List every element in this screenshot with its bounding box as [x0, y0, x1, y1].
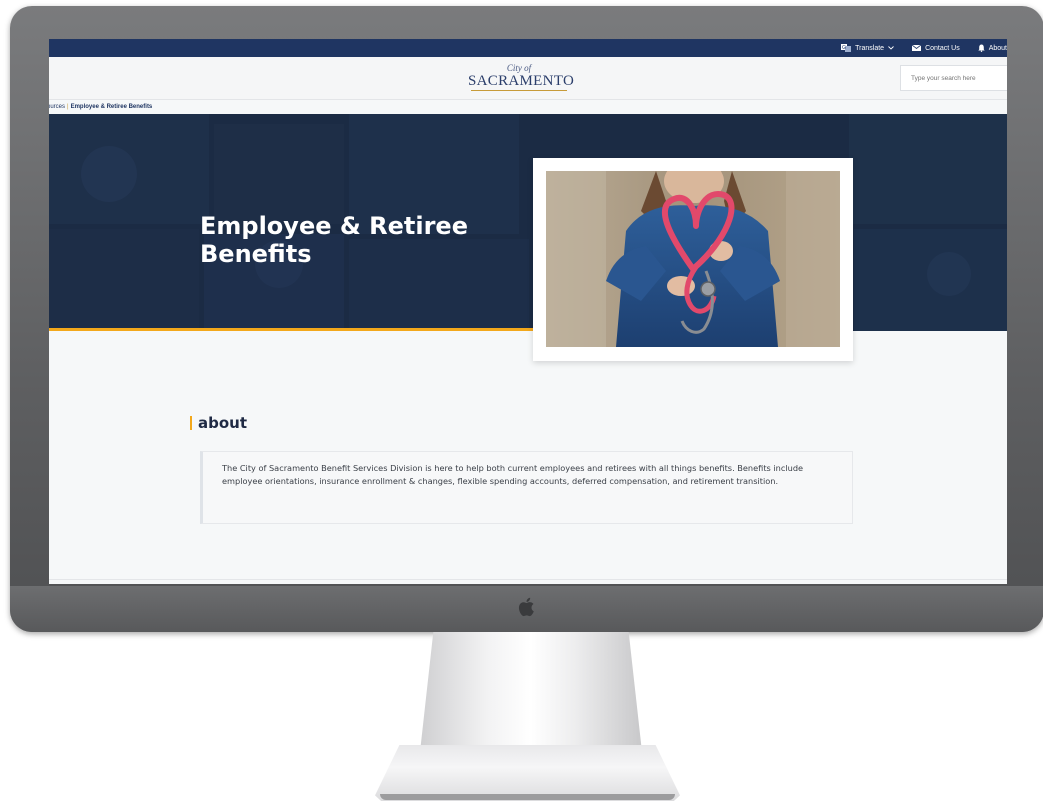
translate-label: Translate [855, 44, 885, 52]
mail-icon [912, 45, 922, 51]
about-description: The City of Sacramento Benefit Services … [200, 451, 853, 524]
logo-sacramento: SACRAMENTO [468, 73, 575, 89]
browser-screen: G Translate Contact Us About City of SAC… [49, 39, 1007, 584]
logo-city-of: City of [506, 63, 532, 73]
chevron-down-icon [888, 46, 894, 50]
breadcrumb-current: Employee & Retiree Benefits [70, 104, 153, 110]
section-divider [49, 579, 1007, 580]
search-input[interactable] [900, 65, 1007, 91]
monitor-stand-neck [420, 632, 642, 752]
breadcrumb-separator: | [67, 104, 69, 110]
breadcrumb-parent-link[interactable]: ources [49, 104, 65, 110]
utility-bar: G Translate Contact Us About [49, 39, 1007, 57]
site-header: City of SACRAMENTO [49, 57, 1007, 100]
page-title: Employee & Retiree Benefits [200, 212, 468, 268]
contact-us-label: Contact Us [925, 44, 960, 52]
svg-text:G: G [842, 45, 846, 51]
logo-underline [471, 90, 567, 91]
about-heading: about [190, 414, 247, 432]
city-logo[interactable]: City of SACRAMENTO [468, 63, 575, 95]
hero-banner [49, 114, 1007, 331]
monitor-stand-base [375, 745, 680, 801]
bell-icon [978, 44, 985, 52]
translate-menu[interactable]: G Translate [841, 44, 894, 52]
hero-photo-card [533, 158, 853, 361]
hero-background-pattern [49, 114, 1007, 331]
breadcrumb: ources|Employee & Retiree Benefits [49, 101, 1005, 114]
monitor-stand-edge [380, 794, 675, 800]
apple-logo-icon [518, 597, 534, 617]
contact-us-link[interactable]: Contact Us [912, 45, 960, 52]
about-heading-text: about [198, 414, 248, 432]
about-accent-bar [190, 416, 192, 430]
about-label: About [988, 44, 1007, 52]
translate-icon: G [841, 44, 852, 52]
hero-accent-bar [49, 328, 534, 331]
about-link[interactable]: About [978, 44, 1007, 52]
stethoscope-heart-photo [546, 171, 840, 347]
